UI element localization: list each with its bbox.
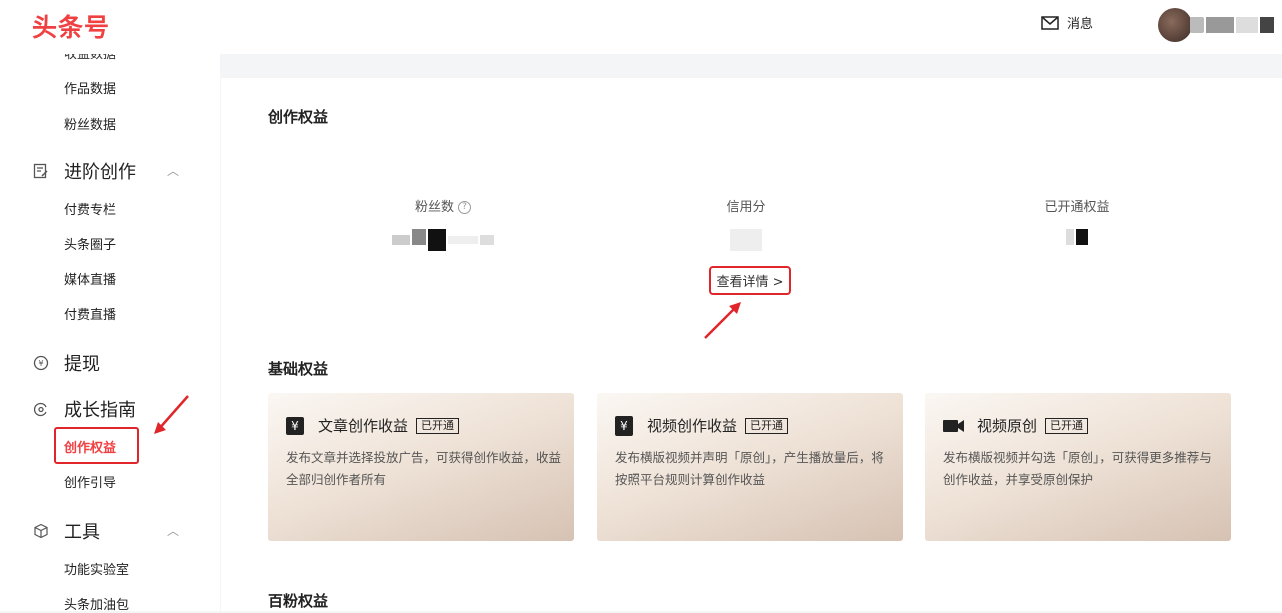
card-article-income[interactable]: ¥ 文章创作收益 已开通 发布文章并选择投放广告，可获得创作收益，收益全部归创作… (268, 393, 574, 541)
chevron-up-icon[interactable]: ︿ (167, 522, 179, 539)
stat-enabled-rights: 已开通权益 (977, 196, 1177, 251)
sidebar-group-label: 成长指南 (64, 400, 136, 421)
section-basic-rights: 基础权益 (268, 360, 329, 378)
stat-value-redacted (730, 229, 762, 251)
annotation-arrow-details (704, 302, 741, 339)
yuan-circle-icon: ¥ (32, 354, 50, 372)
growth-icon (32, 400, 50, 418)
stat-label: 已开通权益 (1044, 200, 1110, 215)
sidebar-group-label: 工具 (64, 522, 100, 543)
video-camera-icon (943, 419, 965, 433)
yuan-icon: ¥ (286, 416, 304, 435)
card-video-income[interactable]: ¥ 视频创作收益 已开通 发布横版视频并声明「原创」，产生播放量后，将按照平台规… (597, 393, 903, 541)
messages-button[interactable]: 消息 (1041, 13, 1093, 32)
stat-label: 信用分 (726, 200, 766, 215)
sidebar-item-circle[interactable]: 头条圈子 (64, 234, 116, 253)
status-badge: 已开通 (416, 417, 460, 434)
card-description: 发布横版视频并勾选「原创」，可获得更多推荐与创作收益，并享受原创保护 (943, 450, 1212, 487)
avatar[interactable] (1158, 8, 1192, 42)
sidebar-group-growth[interactable]: 成长指南 (32, 396, 136, 422)
status-badge: 已开通 (745, 417, 789, 434)
svg-text:¥: ¥ (38, 359, 43, 368)
stat-label: 粉丝数 (414, 200, 454, 215)
stat-value-redacted (343, 229, 543, 251)
top-bar: 头条号 消息 (0, 0, 1282, 54)
sidebar-item-creation-rights[interactable]: 创作权益 (54, 427, 139, 464)
sidebar-item-media-live[interactable]: 媒体直播 (64, 269, 116, 288)
username-redacted[interactable] (1190, 17, 1278, 33)
sidebar-group-withdraw[interactable]: ¥ 提现 (32, 350, 100, 376)
section-hundred-fans-rights: 百粉权益 (268, 592, 329, 610)
sidebar-item-paid-column[interactable]: 付费专栏 (64, 199, 116, 218)
status-badge: 已开通 (1045, 417, 1089, 434)
sidebar-item-boost-pack[interactable]: 头条加油包 (64, 594, 129, 613)
card-video-original[interactable]: 视频原创 已开通 发布横版视频并勾选「原创」，可获得更多推荐与创作收益，并享受原… (925, 393, 1231, 541)
sidebar: 收益数据 作品数据 粉丝数据 进阶创作 ︿ 付费专栏 头条圈子 媒体直播 付费直… (0, 54, 220, 613)
cube-icon (32, 522, 50, 540)
tv-yuan-icon: ¥ (615, 415, 633, 436)
stat-value-redacted (1066, 229, 1088, 251)
sidebar-item-lab[interactable]: 功能实验室 (64, 559, 129, 578)
edit-note-icon (32, 162, 50, 180)
logo[interactable]: 头条号 (32, 8, 110, 44)
sidebar-item-paid-live[interactable]: 付费直播 (64, 304, 116, 323)
card-description: 发布横版视频并声明「原创」，产生播放量后，将按照平台规则计算创作收益 (615, 450, 884, 487)
sidebar-item-works-data[interactable]: 作品数据 (64, 78, 116, 97)
card-title: 视频原创 (977, 417, 1038, 435)
card-title: 文章创作收益 (318, 417, 409, 435)
sidebar-item-income-data[interactable]: 收益数据 (64, 54, 116, 62)
chevron-up-icon[interactable]: ︿ (167, 162, 179, 179)
mail-icon (1041, 15, 1059, 30)
sidebar-item-label: 创作权益 (64, 441, 117, 456)
annotation-arrow-sidebar (154, 395, 189, 434)
stat-fans: 粉丝数? (343, 196, 543, 251)
sidebar-group-label: 提现 (64, 354, 100, 375)
page-title: 创作权益 (268, 108, 329, 126)
sidebar-group-label: 进阶创作 (64, 162, 136, 183)
view-details-link[interactable]: 查看详情 > (709, 266, 791, 295)
sidebar-group-advanced[interactable]: 进阶创作 (32, 158, 136, 184)
stat-credit-score: 信用分 (646, 196, 846, 251)
help-icon[interactable]: ? (458, 201, 471, 214)
card-description: 发布文章并选择投放广告，可获得创作收益，收益全部归创作者所有 (286, 450, 562, 487)
sidebar-item-creation-guide[interactable]: 创作引导 (64, 472, 116, 491)
card-title: 视频创作收益 (647, 417, 738, 435)
sidebar-group-tools[interactable]: 工具 (32, 518, 100, 544)
sidebar-item-fans-data[interactable]: 粉丝数据 (64, 114, 116, 133)
main-panel: 创作权益 粉丝数? 信用分 查看详情 > 已开通权益 基础权益 ¥ 文章创作收益 (221, 78, 1282, 611)
messages-label: 消息 (1067, 17, 1094, 32)
